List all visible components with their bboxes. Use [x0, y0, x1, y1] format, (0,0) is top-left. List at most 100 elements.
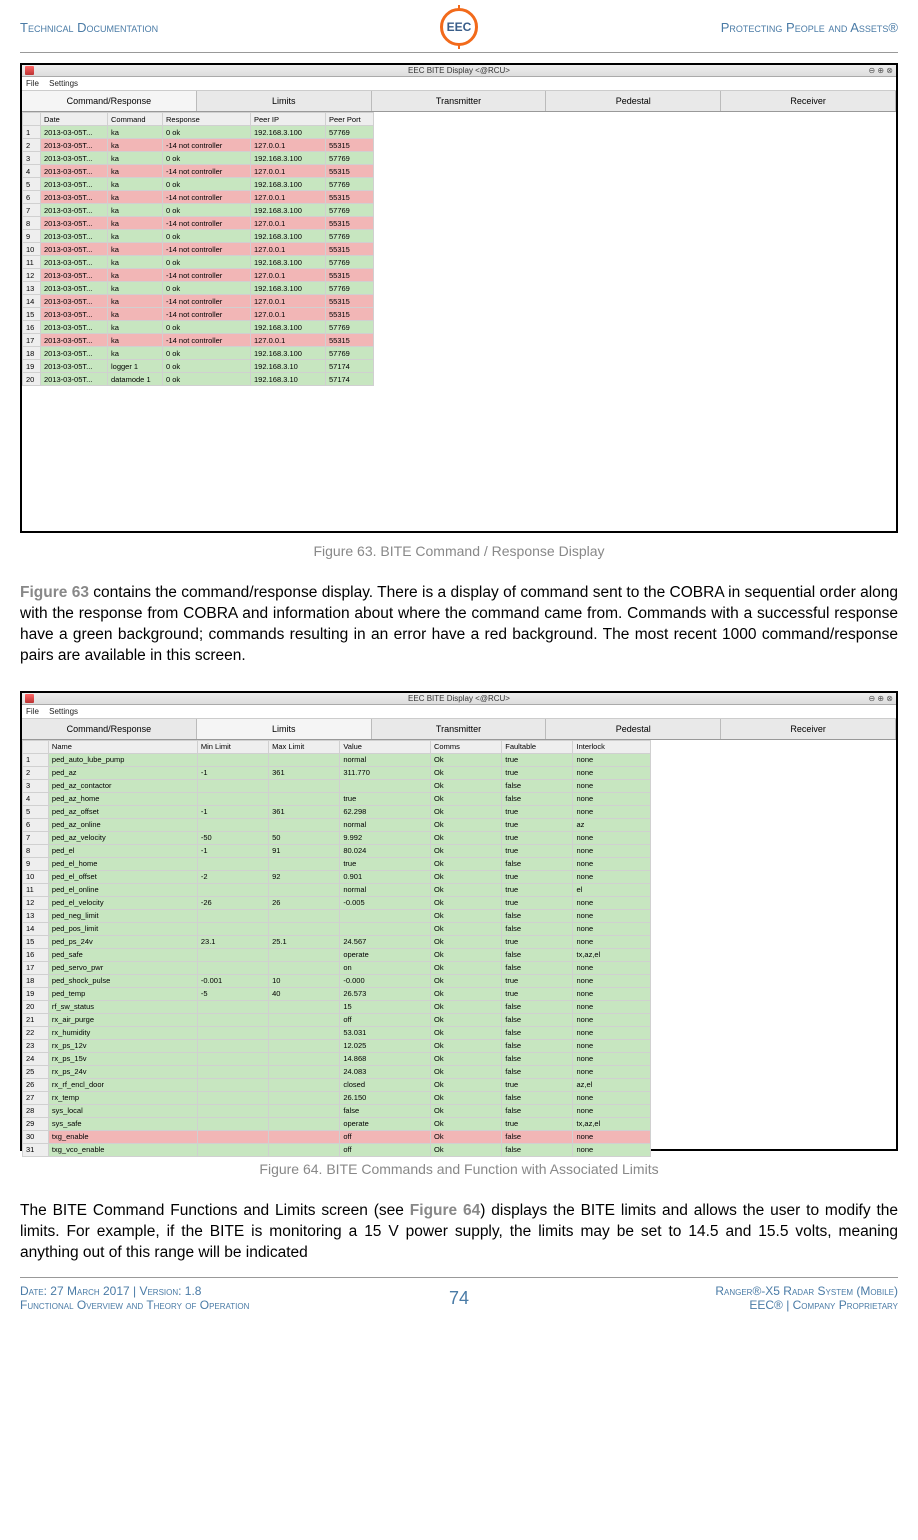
table-row[interactable]: 31txg_vco_enableoffOkfalsenone	[23, 1143, 651, 1156]
cell[interactable]	[269, 792, 340, 805]
cell[interactable]	[197, 922, 268, 935]
table-row[interactable]: 30txg_enableoffOkfalsenone	[23, 1130, 651, 1143]
cell[interactable]	[197, 779, 268, 792]
cell[interactable]: -5	[197, 987, 268, 1000]
table-row[interactable]: 182013-03-05T...ka0 ok192.168.3.10057769	[23, 347, 374, 360]
cell[interactable]	[197, 1026, 268, 1039]
table-row[interactable]: 102013-03-05T...ka-14 not controller127.…	[23, 243, 374, 256]
table-row[interactable]: 15ped_ps_24v23.125.124.567Oktruenone	[23, 935, 651, 948]
tab-command-response[interactable]: Command/Response	[22, 719, 197, 739]
table-row[interactable]: 1ped_auto_lube_pumpnormalOktruenone	[23, 753, 651, 766]
tab-limits[interactable]: Limits	[197, 719, 372, 739]
cell[interactable]	[269, 818, 340, 831]
table-row[interactable]: 22013-03-05T...ka-14 not controller127.0…	[23, 139, 374, 152]
table-row[interactable]: 192013-03-05T...logger 10 ok192.168.3.10…	[23, 360, 374, 373]
cell[interactable]: 50	[269, 831, 340, 844]
table-row[interactable]: 12ped_el_velocity-2626-0.005Oktruenone	[23, 896, 651, 909]
table-row[interactable]: 14ped_pos_limitOkfalsenone	[23, 922, 651, 935]
cell[interactable]	[197, 948, 268, 961]
cell[interactable]	[269, 779, 340, 792]
cell[interactable]	[269, 1039, 340, 1052]
cell[interactable]: -0.001	[197, 974, 268, 987]
table-row[interactable]: 29sys_safeoperateOktruetx,az,el	[23, 1117, 651, 1130]
table-row[interactable]: 5ped_az_offset-136162.298Oktruenone	[23, 805, 651, 818]
cell[interactable]: 25.1	[269, 935, 340, 948]
cell[interactable]	[197, 909, 268, 922]
cell[interactable]: 361	[269, 805, 340, 818]
cell[interactable]	[269, 948, 340, 961]
column-header[interactable]	[23, 113, 41, 126]
column-header[interactable]: Min Limit	[197, 740, 268, 753]
cell[interactable]	[269, 922, 340, 935]
table-row[interactable]: 23rx_ps_12v12.025Okfalsenone	[23, 1039, 651, 1052]
tab-pedestal[interactable]: Pedestal	[546, 719, 721, 739]
cell[interactable]	[197, 1117, 268, 1130]
table-row[interactable]: 62013-03-05T...ka-14 not controller127.0…	[23, 191, 374, 204]
tab-limits[interactable]: Limits	[197, 91, 372, 111]
cell[interactable]: -2	[197, 870, 268, 883]
table-row[interactable]: 72013-03-05T...ka0 ok192.168.3.10057769	[23, 204, 374, 217]
menu-file[interactable]: File	[26, 79, 39, 88]
cell[interactable]: -26	[197, 896, 268, 909]
cell[interactable]	[269, 1130, 340, 1143]
cell[interactable]	[269, 1052, 340, 1065]
cell[interactable]	[269, 1091, 340, 1104]
table-row[interactable]: 162013-03-05T...ka0 ok192.168.3.10057769	[23, 321, 374, 334]
table-row[interactable]: 202013-03-05T...datamode 10 ok192.168.3.…	[23, 373, 374, 386]
table-row[interactable]: 152013-03-05T...ka-14 not controller127.…	[23, 308, 374, 321]
cell[interactable]	[269, 1104, 340, 1117]
cell[interactable]: 23.1	[197, 935, 268, 948]
tab-transmitter[interactable]: Transmitter	[372, 91, 547, 111]
window-titlebar[interactable]: EEC BITE Display <@RCU> ⊖ ⊕ ⊗	[22, 693, 896, 705]
table-row[interactable]: 8ped_el-19180.024Oktruenone	[23, 844, 651, 857]
table-row[interactable]: 2ped_az-1361311.770Oktruenone	[23, 766, 651, 779]
table-row[interactable]: 7ped_az_velocity-50509.992Oktruenone	[23, 831, 651, 844]
table-row[interactable]: 24rx_ps_15v14.868Okfalsenone	[23, 1052, 651, 1065]
cell[interactable]	[197, 1130, 268, 1143]
window-controls-icon[interactable]: ⊖ ⊕ ⊗	[868, 66, 893, 75]
table-row[interactable]: 17ped_servo_pwronOkfalsenone	[23, 961, 651, 974]
cell[interactable]: 26	[269, 896, 340, 909]
table-row[interactable]: 112013-03-05T...ka0 ok192.168.3.10057769	[23, 256, 374, 269]
cell[interactable]: 91	[269, 844, 340, 857]
table-row[interactable]: 27rx_temp26.150Okfalsenone	[23, 1091, 651, 1104]
table-row[interactable]: 28sys_localfalseOkfalsenone	[23, 1104, 651, 1117]
cell[interactable]: 10	[269, 974, 340, 987]
cell[interactable]: -50	[197, 831, 268, 844]
tab-command-response[interactable]: Command/Response	[22, 91, 197, 111]
table-row[interactable]: 82013-03-05T...ka-14 not controller127.0…	[23, 217, 374, 230]
cell[interactable]	[197, 1104, 268, 1117]
table-row[interactable]: 9ped_el_hometrueOkfalsenone	[23, 857, 651, 870]
cell[interactable]: -1	[197, 844, 268, 857]
table-row[interactable]: 42013-03-05T...ka-14 not controller127.0…	[23, 165, 374, 178]
table-row[interactable]: 92013-03-05T...ka0 ok192.168.3.10057769	[23, 230, 374, 243]
cell[interactable]	[197, 1078, 268, 1091]
table-row[interactable]: 18ped_shock_pulse-0.00110-0.000Oktruenon…	[23, 974, 651, 987]
menu-settings[interactable]: Settings	[49, 707, 78, 716]
column-header[interactable]: Command	[108, 113, 163, 126]
table-row[interactable]: 19ped_temp-54026.573Oktruenone	[23, 987, 651, 1000]
column-header[interactable]: Name	[48, 740, 197, 753]
cell[interactable]	[197, 1065, 268, 1078]
cell[interactable]: -1	[197, 766, 268, 779]
column-header[interactable]: Faultable	[502, 740, 573, 753]
column-header[interactable]: Comms	[431, 740, 502, 753]
table-row[interactable]: 132013-03-05T...ka0 ok192.168.3.10057769	[23, 282, 374, 295]
table-row[interactable]: 20rf_sw_status15Okfalsenone	[23, 1000, 651, 1013]
table-row[interactable]: 172013-03-05T...ka-14 not controller127.…	[23, 334, 374, 347]
cell[interactable]	[197, 1091, 268, 1104]
table-row[interactable]: 52013-03-05T...ka0 ok192.168.3.10057769	[23, 178, 374, 191]
cell[interactable]	[269, 1143, 340, 1156]
cell[interactable]	[269, 1065, 340, 1078]
cell[interactable]	[197, 1052, 268, 1065]
cell[interactable]	[269, 857, 340, 870]
tab-transmitter[interactable]: Transmitter	[372, 719, 547, 739]
column-header[interactable]: Interlock	[573, 740, 651, 753]
table-row[interactable]: 3ped_az_contactorOkfalsenone	[23, 779, 651, 792]
table-row[interactable]: 6ped_az_onlinenormalOktrueaz	[23, 818, 651, 831]
table-row[interactable]: 32013-03-05T...ka0 ok192.168.3.10057769	[23, 152, 374, 165]
table-row[interactable]: 21rx_air_purgeoffOkfalsenone	[23, 1013, 651, 1026]
cell[interactable]	[269, 1000, 340, 1013]
table-row[interactable]: 13ped_neg_limitOkfalsenone	[23, 909, 651, 922]
tab-receiver[interactable]: Receiver	[721, 91, 896, 111]
